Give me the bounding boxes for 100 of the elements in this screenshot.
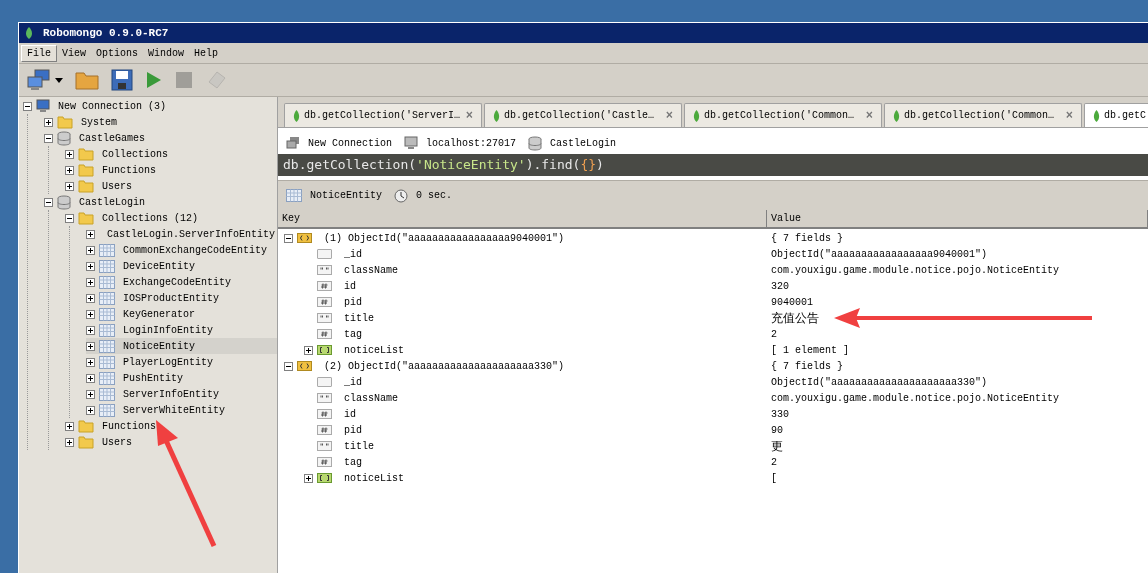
tree-item[interactable]: LoginInfoEntity [86, 322, 277, 338]
tree-item[interactable]: Users [65, 178, 277, 194]
expand-icon[interactable] [65, 149, 74, 159]
expand-icon[interactable] [86, 261, 95, 271]
expand-icon[interactable] [65, 437, 74, 447]
close-tab-button[interactable]: × [1065, 106, 1073, 125]
menu-item[interactable]: Window [143, 44, 190, 62]
expand-icon[interactable] [65, 421, 74, 431]
menu-item[interactable]: View [57, 44, 92, 62]
tree-item[interactable]: IOSProductEntity [86, 290, 277, 306]
network-computers-icon[interactable] [27, 69, 51, 91]
tree-item[interactable]: CastleLogin [44, 194, 277, 210]
expand-icon[interactable] [86, 277, 95, 287]
tree-item[interactable]: Functions [65, 418, 277, 434]
tree-item[interactable]: CastleLogin.ServerInfoEntity [86, 226, 277, 242]
query-editor[interactable]: db.getCollection('NoticeEntity').find({}) [278, 154, 1148, 176]
key-cell-text: tag [344, 455, 362, 470]
expand-icon[interactable] [86, 293, 95, 303]
folder-icon [78, 211, 94, 225]
query-tab[interactable]: db.getCollection('Common… × [684, 103, 882, 127]
tree-item[interactable]: Collections [65, 146, 277, 162]
close-tab-button[interactable]: × [665, 106, 673, 125]
hash-icon [317, 409, 332, 419]
value-cell-text: 90 [770, 423, 783, 438]
table-icon [99, 243, 115, 257]
tree-item[interactable]: NoticeEntity [86, 338, 277, 354]
tree-item[interactable]: New Connection (3) [23, 98, 277, 114]
table-icon [99, 291, 115, 305]
close-tab-button[interactable]: × [865, 106, 873, 125]
query-tab[interactable]: db.getCollection('Common… × [884, 103, 1082, 127]
column-header[interactable]: Value [767, 210, 1148, 227]
expand-icon[interactable] [86, 309, 95, 319]
close-tab-button[interactable]: × [465, 106, 473, 125]
menu-item[interactable]: Options [91, 44, 144, 62]
expand-icon[interactable] [86, 405, 95, 415]
leaf-icon [1093, 108, 1100, 123]
value-cell-text: ObjectId("aaaaaaaaaaaaaaaaa9040001") [770, 247, 988, 262]
time-label: 0 sec. [416, 189, 453, 203]
key-cell-text: className [344, 263, 398, 278]
menu-item[interactable]: File [21, 44, 57, 62]
expand-icon[interactable] [44, 117, 53, 127]
tree-item[interactable]: PlayerLogEntity [86, 354, 277, 370]
clock-icon [394, 188, 408, 203]
value-cell-text: com.youxigu.game.module.notice.pojo.NoticeEntity [770, 391, 1060, 406]
dropdown-caret-icon[interactable] [55, 77, 63, 83]
key-cell-text: className [344, 391, 398, 406]
save-icon[interactable] [111, 69, 133, 91]
key-cell-text: pid [344, 423, 362, 438]
query-tab[interactable]: db.getCollection('Castle… × [484, 103, 682, 127]
tree-item[interactable]: DeviceEntity [86, 258, 277, 274]
tree-item[interactable]: CommonExchangeCodeEntity [86, 242, 277, 258]
tree-item[interactable]: ServerWhiteEntity [86, 402, 277, 418]
expand-icon[interactable] [86, 373, 95, 383]
tree-item[interactable]: Users [65, 434, 277, 450]
value-cell-text: [ 1 element ] [770, 343, 849, 358]
query-tab[interactable]: db.getC [1084, 103, 1148, 127]
collapse-icon[interactable] [284, 361, 293, 371]
folder-icon [78, 419, 94, 433]
expand-icon[interactable] [86, 389, 95, 399]
tree-item[interactable]: KeyGenerator [86, 306, 277, 322]
folder-icon [78, 163, 94, 177]
collapse-icon[interactable] [44, 133, 53, 143]
expand-icon[interactable] [86, 325, 95, 335]
table-icon [99, 323, 115, 337]
key-cell-text: noticeList [344, 343, 404, 358]
tree-item[interactable]: PushEntity [86, 370, 277, 386]
value-cell-text: 2 [770, 327, 777, 342]
query-tab[interactable]: db.getCollection('ServerI… × [284, 103, 482, 127]
expand-icon[interactable] [304, 345, 313, 355]
array-icon [317, 473, 332, 483]
key-cell-text: id [344, 279, 356, 294]
quote-icon [317, 265, 332, 275]
connection-name: New Connection [308, 136, 392, 151]
column-header[interactable]: Key [278, 210, 767, 227]
code-token: db.getCollection( [283, 156, 417, 175]
menu-item[interactable]: Help [189, 44, 224, 62]
expand-icon[interactable] [86, 341, 95, 351]
tree-item[interactable]: Collections (12) [65, 210, 277, 226]
expand-icon[interactable] [65, 165, 74, 175]
collapse-icon[interactable] [44, 197, 53, 207]
tree-item[interactable]: System [44, 114, 277, 130]
quote-icon [317, 441, 332, 451]
tree-item[interactable]: Functions [65, 162, 277, 178]
expand-icon[interactable] [86, 245, 95, 255]
collapse-icon[interactable] [23, 101, 32, 111]
value-cell-text: 320 [770, 279, 789, 294]
expand-icon[interactable] [86, 229, 95, 239]
expand-icon[interactable] [304, 473, 313, 483]
value-cell-text: com.youxigu.game.module.notice.pojo.NoticeEntity [770, 263, 1060, 278]
table-icon [99, 275, 115, 289]
tree-item[interactable]: CastleGames [44, 130, 277, 146]
expand-icon[interactable] [86, 357, 95, 367]
collapse-icon[interactable] [65, 213, 74, 223]
table-icon [99, 259, 115, 273]
quote-icon [317, 393, 332, 403]
tree-item[interactable]: ServerInfoEntity [86, 386, 277, 402]
collapse-icon[interactable] [284, 233, 293, 243]
expand-icon[interactable] [65, 181, 74, 191]
value-cell-text: 充值公告 [770, 310, 819, 327]
tree-item[interactable]: ExchangeCodeEntity [86, 274, 277, 290]
